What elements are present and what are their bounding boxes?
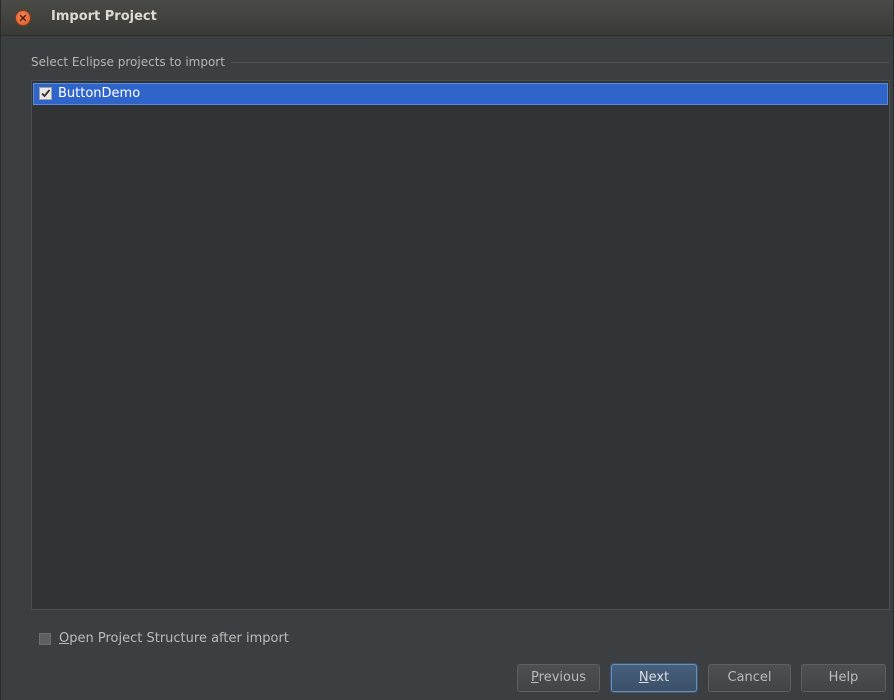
checkmark-icon (41, 89, 51, 98)
list-item-project[interactable]: ButtonDemo (33, 83, 888, 105)
next-mnemonic: N (638, 670, 649, 685)
open-project-structure-checkbox[interactable] (39, 633, 51, 645)
title-bar: Import Project (1, 0, 893, 36)
option-label-text: pen Project Structure after import (69, 631, 289, 646)
projects-list[interactable]: ButtonDemo (31, 80, 890, 610)
mnemonic-letter: O (59, 631, 70, 646)
import-project-dialog: Import Project Select Eclipse projects t… (0, 0, 894, 700)
open-project-structure-label[interactable]: Open Project Structure after import (59, 631, 289, 646)
window-title: Import Project (51, 9, 157, 24)
previous-button[interactable]: Previous (517, 664, 600, 692)
next-button[interactable]: Next (611, 664, 697, 692)
close-icon (19, 14, 27, 22)
previous-mnemonic: P (531, 670, 539, 685)
section-label: Select Eclipse projects to import (31, 55, 231, 69)
close-window-button[interactable] (16, 11, 30, 25)
project-name: ButtonDemo (58, 86, 141, 101)
help-button[interactable]: Help (801, 664, 886, 692)
next-label: ext (648, 670, 670, 685)
previous-label: revious (538, 670, 586, 685)
project-checkbox[interactable] (39, 87, 52, 100)
cancel-button[interactable]: Cancel (708, 664, 791, 692)
